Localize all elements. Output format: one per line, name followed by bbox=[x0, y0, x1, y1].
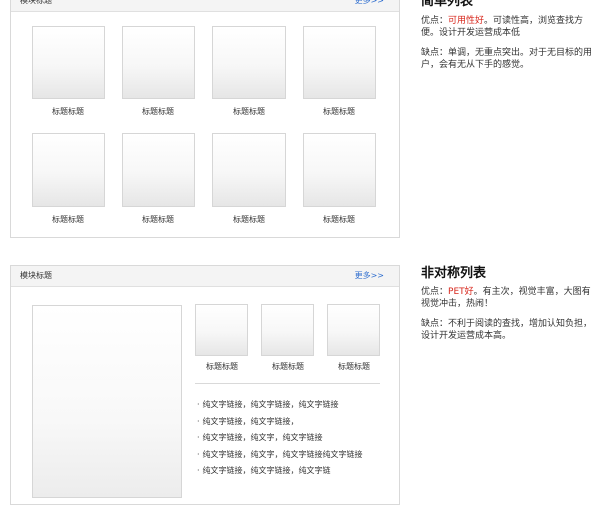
list-item[interactable]: · 纯文字链接，纯文字，纯文字链接纯文字链接 bbox=[197, 447, 363, 464]
highlight-text: 可用性好 bbox=[448, 16, 485, 26]
thumbnail-caption[interactable]: 标题标题 bbox=[299, 106, 379, 117]
cons-text: 缺点：单调，无重点突出。对于无目标的用户，会有无从下手的感觉。 bbox=[421, 48, 593, 70]
thumbnail-image[interactable] bbox=[327, 304, 380, 356]
module-title: 模块标题 bbox=[20, 0, 52, 5]
thumbnail-image[interactable] bbox=[261, 304, 314, 356]
thumbnail-caption[interactable]: 标题标题 bbox=[118, 214, 198, 225]
list-item[interactable]: · 纯文字链接，纯文字链接，纯文字链 bbox=[197, 463, 363, 480]
more-link[interactable]: 更多>> bbox=[355, 0, 384, 11]
pros-text: 优点：PET好。有主次，视觉丰富，大图有视觉冲击，热闹！ bbox=[421, 287, 591, 309]
cons-text: 缺点：不利于阅读的查找，增加认知负担，设计开发运营成本高。 bbox=[421, 319, 593, 341]
divider bbox=[195, 383, 380, 384]
thumbnail-image[interactable] bbox=[303, 26, 376, 99]
text-link[interactable]: 纯文字链接，纯文字链接， bbox=[203, 417, 299, 426]
asymmetric-list-description: 非对称列表 优点：PET好。有主次，视觉丰富，大图有视觉冲击，热闹！ 缺点：不利… bbox=[421, 265, 593, 342]
description-title: 非对称列表 bbox=[421, 266, 487, 281]
module-title: 模块标题 bbox=[20, 271, 52, 280]
module-header: 模块标题 更多>> bbox=[11, 0, 399, 12]
thumbnail-caption[interactable]: 标题标题 bbox=[28, 214, 108, 225]
thumbnail-image[interactable] bbox=[303, 133, 376, 207]
thumbnail-caption[interactable]: 标题标题 bbox=[118, 106, 198, 117]
description-title: 简单列表 bbox=[421, 0, 474, 9]
highlight-text: PET好 bbox=[448, 287, 474, 297]
asymmetric-list-module: 模块标题 更多>> 标题标题 标题标题 标题标题 · 纯文字链接，纯文字链接，纯文… bbox=[10, 265, 400, 505]
thumbnail-caption[interactable]: 标题标题 bbox=[209, 106, 289, 117]
thumbnail-caption[interactable]: 标题标题 bbox=[28, 106, 108, 117]
thumbnail-caption[interactable]: 标题标题 bbox=[209, 214, 289, 225]
thumbnail-image[interactable] bbox=[32, 133, 105, 207]
thumbnail-caption[interactable]: 标题标题 bbox=[314, 361, 394, 372]
thumbnail-caption[interactable]: 标题标题 bbox=[299, 214, 379, 225]
simple-list-module: 模块标题 更多>> 标题标题 标题标题 标题标题 标题标题 标题标题 标题标题 … bbox=[10, 0, 400, 238]
list-item[interactable]: · 纯文字链接，纯文字链接，纯文字链接 bbox=[197, 397, 363, 414]
text-link-list: · 纯文字链接，纯文字链接，纯文字链接 · 纯文字链接，纯文字链接， · 纯文字链接，… bbox=[197, 397, 363, 480]
thumbnail-image[interactable] bbox=[195, 304, 248, 356]
thumbnail-image[interactable] bbox=[122, 133, 195, 207]
pros-text: 优点：可用性好。可读性高，浏览查找方便。设计开发运营成本低 bbox=[421, 16, 584, 38]
more-link[interactable]: 更多>> bbox=[355, 266, 384, 286]
text-link[interactable]: 纯文字链接，纯文字链接，纯文字链 bbox=[203, 466, 331, 475]
text-link[interactable]: 纯文字链接，纯文字，纯文字链接 bbox=[203, 433, 323, 442]
thumbnail-image[interactable] bbox=[122, 26, 195, 99]
thumbnail-image[interactable] bbox=[32, 26, 105, 99]
thumbnail-image[interactable] bbox=[212, 133, 286, 207]
module-header: 模块标题 更多>> bbox=[11, 266, 399, 287]
featured-image[interactable] bbox=[32, 305, 182, 498]
list-item[interactable]: · 纯文字链接，纯文字，纯文字链接 bbox=[197, 430, 363, 447]
text-link[interactable]: 纯文字链接，纯文字，纯文字链接纯文字链接 bbox=[203, 450, 363, 459]
text-link[interactable]: 纯文字链接，纯文字链接，纯文字链接 bbox=[203, 400, 339, 409]
list-item[interactable]: · 纯文字链接，纯文字链接， bbox=[197, 414, 363, 431]
thumbnail-image[interactable] bbox=[212, 26, 286, 99]
simple-list-description: 简单列表 优点：可用性好。可读性高，浏览查找方便。设计开发运营成本低 缺点：单调… bbox=[421, 0, 593, 71]
